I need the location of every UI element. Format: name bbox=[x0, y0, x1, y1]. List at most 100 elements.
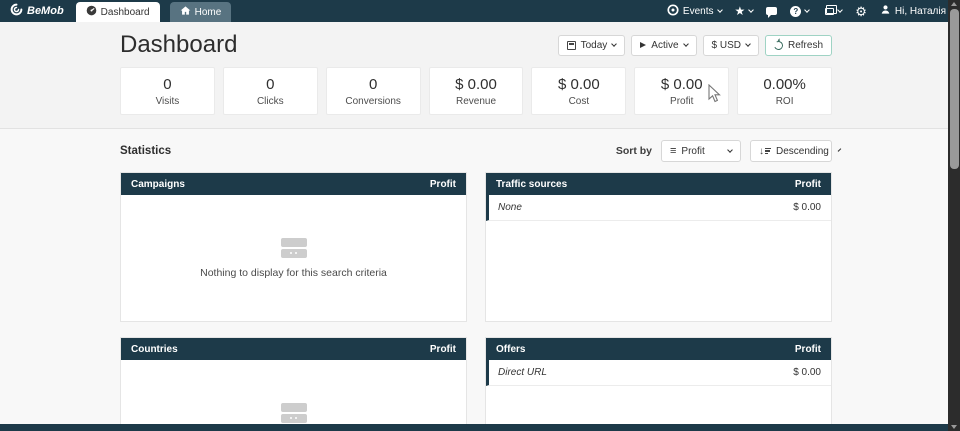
panel-traffic-sources: Traffic sources Profit None $ 0.00 bbox=[485, 172, 832, 322]
statistics-section: Statistics Sort by ≡ Profit ↓ Descending bbox=[0, 129, 960, 431]
stat-card-roi: 0.00% ROI bbox=[737, 67, 832, 115]
chevron-down-icon bbox=[748, 7, 754, 13]
panel-metric: Profit bbox=[430, 179, 456, 190]
stat-label: Profit bbox=[670, 96, 693, 107]
sort-order-select[interactable]: ↓ Descending bbox=[750, 140, 832, 162]
bemob-logo-icon bbox=[10, 3, 23, 19]
user-icon bbox=[880, 4, 891, 18]
windows-icon bbox=[825, 8, 834, 15]
stat-value: $ 0.00 bbox=[455, 76, 497, 93]
currency-label: $ USD bbox=[712, 40, 741, 51]
header-actions: Today Active $ USD Refresh bbox=[558, 35, 832, 56]
dashboard-header-section: Dashboard Today Active $ USD bbox=[0, 22, 960, 129]
chevron-down-icon bbox=[745, 41, 751, 47]
stat-label: Conversions bbox=[345, 96, 401, 107]
panel-title: Countries bbox=[131, 344, 178, 355]
sort-order-value: Descending bbox=[776, 146, 829, 157]
vertical-scrollbar[interactable] bbox=[948, 0, 960, 431]
help-menu[interactable]: ? bbox=[790, 6, 809, 17]
stat-label: Clicks bbox=[257, 96, 284, 107]
row-name: None bbox=[498, 202, 522, 213]
panel-metric: Profit bbox=[795, 344, 821, 355]
user-menu[interactable]: Hi, Наталія bbox=[880, 4, 946, 18]
sort-field-select[interactable]: ≡ Profit bbox=[661, 140, 741, 162]
chat-button[interactable] bbox=[766, 7, 777, 15]
stat-card-cost: $ 0.00 Cost bbox=[531, 67, 626, 115]
stat-card-revenue: $ 0.00 Revenue bbox=[429, 67, 524, 115]
panel-title: Traffic sources bbox=[496, 179, 567, 190]
bemob-brand[interactable]: BeMob bbox=[0, 0, 76, 22]
gear-icon: ⚙ bbox=[855, 5, 867, 18]
panel-offers: Offers Profit Direct URL $ 0.00 bbox=[485, 337, 832, 431]
tab-dashboard-label: Dashboard bbox=[101, 7, 150, 18]
chevron-down-icon bbox=[727, 147, 733, 153]
stat-label: Cost bbox=[569, 96, 590, 107]
page-title: Dashboard bbox=[120, 31, 237, 59]
refresh-label: Refresh bbox=[788, 40, 823, 51]
table-row[interactable]: Direct URL $ 0.00 bbox=[486, 360, 831, 386]
stat-value: $ 0.00 bbox=[558, 76, 600, 93]
sort-descending-icon: ↓ bbox=[759, 146, 771, 157]
status-filter-button[interactable]: Active bbox=[631, 35, 696, 56]
stat-card-profit: $ 0.00 Profit bbox=[634, 67, 729, 115]
stat-label: ROI bbox=[776, 96, 794, 107]
chevron-down-icon bbox=[838, 148, 842, 152]
panel-title: Offers bbox=[496, 344, 525, 355]
currency-button[interactable]: $ USD bbox=[703, 35, 759, 56]
chevron-down-icon bbox=[717, 7, 723, 13]
events-label: Events bbox=[683, 6, 714, 17]
refresh-button[interactable]: Refresh bbox=[765, 35, 832, 56]
empty-state: Nothing to display for this search crite… bbox=[121, 360, 466, 431]
footer-bar bbox=[0, 424, 948, 431]
top-navbar: BeMob Dashboard Home Events ★ ? bbox=[0, 0, 960, 22]
panel-title: Campaigns bbox=[131, 179, 185, 190]
tab-home[interactable]: Home bbox=[170, 2, 232, 22]
sort-by-label: Sort by bbox=[616, 145, 652, 157]
navbar-right: Events ★ ? ⚙ Hi, Наталія bbox=[667, 0, 946, 22]
sort-field-value: Profit bbox=[681, 146, 704, 157]
help-icon: ? bbox=[790, 6, 801, 17]
date-range-button[interactable]: Today bbox=[558, 35, 626, 56]
events-icon bbox=[667, 4, 679, 19]
calendar-icon bbox=[567, 41, 576, 50]
date-range-label: Today bbox=[581, 40, 608, 51]
panel-campaigns: Campaigns Profit Nothing to display for … bbox=[120, 172, 467, 322]
list-icon: ≡ bbox=[670, 146, 676, 157]
table-row[interactable]: None $ 0.00 bbox=[486, 195, 831, 221]
panel-metric: Profit bbox=[795, 179, 821, 190]
user-greeting: Hi, Наталія bbox=[895, 6, 946, 17]
workspaces-menu[interactable] bbox=[822, 8, 842, 15]
dashboard-gauge-icon bbox=[86, 5, 97, 19]
status-filter-label: Active bbox=[651, 40, 678, 51]
chat-icon bbox=[766, 7, 777, 15]
empty-state: Nothing to display for this search crite… bbox=[121, 195, 466, 321]
stat-label: Revenue bbox=[456, 96, 496, 107]
stat-card-visits: 0 Visits bbox=[120, 67, 215, 115]
empty-state-icon bbox=[281, 238, 307, 260]
scroll-up-arrow-icon[interactable] bbox=[951, 2, 957, 6]
stat-label: Visits bbox=[156, 96, 180, 107]
panel-countries: Countries Profit Nothing to display for … bbox=[120, 337, 467, 431]
row-value: $ 0.00 bbox=[793, 202, 821, 213]
panel-metric: Profit bbox=[430, 344, 456, 355]
stat-value: 0 bbox=[369, 76, 377, 93]
events-menu[interactable]: Events bbox=[667, 4, 722, 19]
stat-value: 0.00% bbox=[763, 76, 806, 93]
scroll-down-arrow-icon[interactable] bbox=[951, 425, 957, 429]
stat-value: 0 bbox=[266, 76, 274, 93]
statistics-title: Statistics bbox=[120, 145, 171, 157]
chevron-down-icon bbox=[837, 7, 843, 13]
chevron-down-icon bbox=[804, 7, 810, 13]
row-value: $ 0.00 bbox=[793, 367, 821, 378]
stat-value: 0 bbox=[163, 76, 171, 93]
settings-button[interactable]: ⚙ bbox=[855, 5, 867, 18]
empty-state-text: Nothing to display for this search crite… bbox=[200, 267, 387, 279]
tab-dashboard[interactable]: Dashboard bbox=[76, 2, 160, 22]
empty-state-icon bbox=[281, 403, 307, 425]
panels-grid: Campaigns Profit Nothing to display for … bbox=[120, 172, 832, 431]
play-icon bbox=[640, 42, 646, 48]
scrollbar-thumb[interactable] bbox=[950, 9, 959, 169]
sort-controls: Sort by ≡ Profit ↓ Descending bbox=[616, 140, 832, 162]
favorites-menu[interactable]: ★ bbox=[735, 5, 754, 17]
chevron-down-icon bbox=[611, 41, 617, 47]
